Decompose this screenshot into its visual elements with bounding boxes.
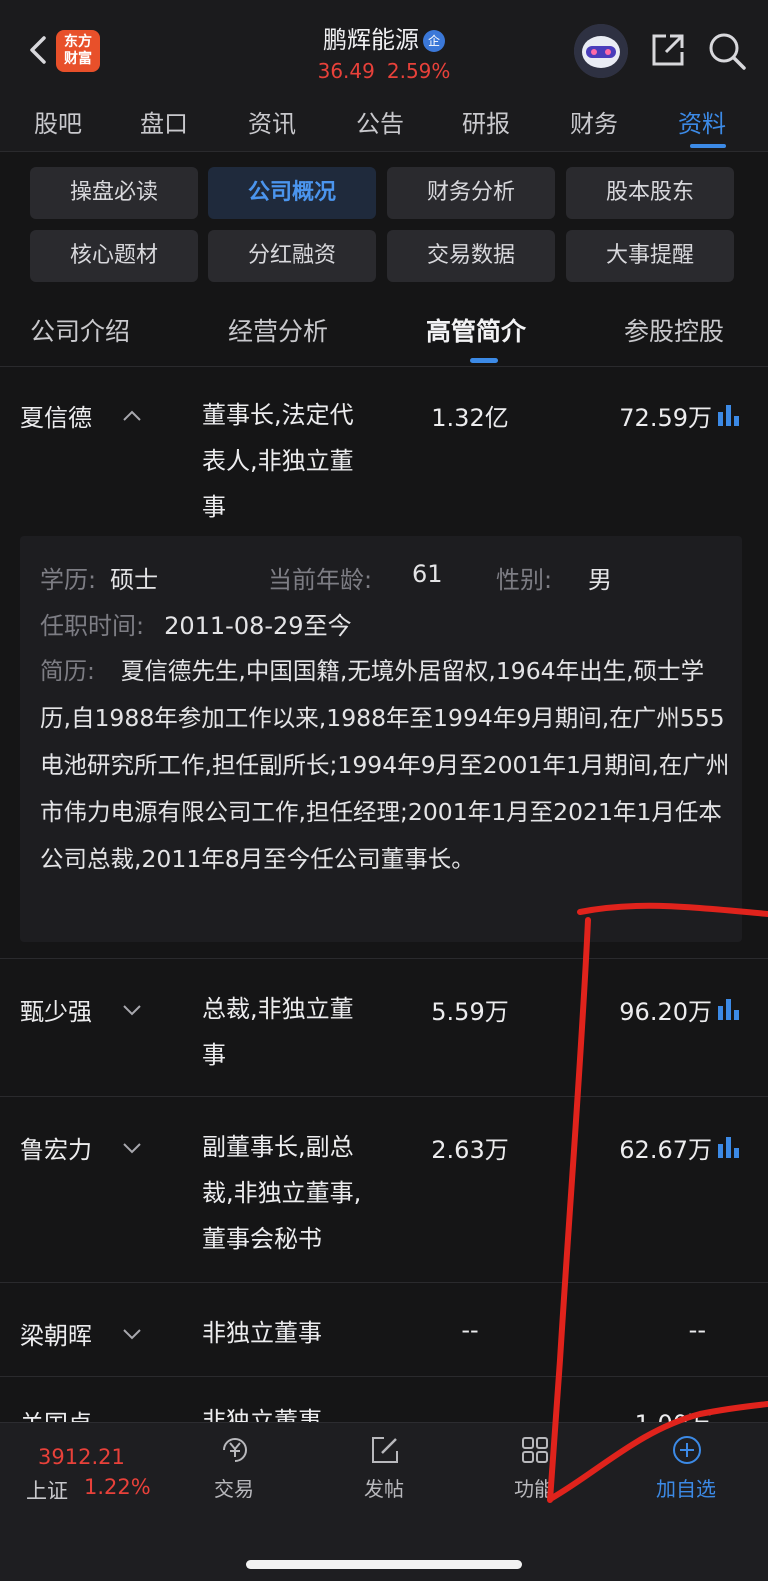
exec-pay: -- [688, 1316, 706, 1344]
subtab-business-analysis[interactable]: 经营分析 [228, 312, 328, 348]
btn-events[interactable]: 大事提醒 [566, 230, 734, 282]
chevron-down-icon[interactable] [120, 998, 144, 1022]
index-change: 1.22% [84, 1475, 151, 1499]
tab-announcements[interactable]: 公告 [356, 104, 404, 139]
exec-holding: 1.32亿 [431, 404, 509, 432]
divider [0, 366, 768, 367]
add-watchlist-icon[interactable] [670, 1433, 704, 1467]
divider [0, 1282, 768, 1283]
btn-company-overview[interactable]: 公司概况 [208, 167, 376, 219]
trade-yen-icon[interactable] [218, 1433, 252, 1467]
divider [0, 958, 768, 959]
exec-role: 董事长,法定代 表人,非独立董事 [202, 401, 354, 521]
share-icon[interactable] [648, 30, 688, 70]
index-value: 3912.21 [38, 1445, 125, 1469]
exec-holding: 5.59万 [431, 998, 509, 1026]
bar-chart-icon[interactable] [716, 1134, 742, 1160]
tab-news[interactable]: 资讯 [248, 104, 296, 139]
search-icon[interactable] [706, 30, 748, 72]
tab-indicator [690, 144, 726, 148]
tab-profile[interactable]: 资料 [678, 104, 726, 139]
bar-chart-icon[interactable] [716, 402, 742, 428]
tab-research[interactable]: 研报 [462, 104, 510, 139]
detail-tenure: 任职时间: 2011-08-29至今 [40, 612, 352, 640]
stock-name: 鹏辉能源 [323, 26, 419, 54]
exec-role: 副董事长,副总 裁,非独立董事, 董事会秘书 [202, 1133, 362, 1253]
tab-finance[interactable]: 财务 [570, 104, 618, 139]
stock-change: 2.59% [386, 59, 451, 83]
exec-role: 总裁,非独立董事 [202, 995, 354, 1069]
divider [0, 1376, 768, 1377]
btn-trade-data[interactable]: 交易数据 [387, 230, 555, 282]
exec-role: 非独立董事 [202, 1319, 322, 1347]
robot-assistant-icon[interactable] [574, 24, 628, 78]
btn-financial-analysis[interactable]: 财务分析 [387, 167, 555, 219]
btn-core-themes[interactable]: 核心题材 [30, 230, 198, 282]
tab-pankou[interactable]: 盘口 [140, 104, 188, 139]
detail-row-1: 学历: 硕士 当前年龄: 61 性别: 男 [40, 560, 612, 594]
exec-pay: 96.20万 [619, 998, 712, 1026]
btn-shareholders[interactable]: 股本股东 [566, 167, 734, 219]
stock-price: 36.49 [317, 59, 375, 83]
function-grid-icon[interactable] [518, 1433, 552, 1467]
btn-dividends[interactable]: 分红融资 [208, 230, 376, 282]
detail-bio: 简历: 夏信德先生,中国国籍,无境外居留权,1964年出生,硕士学历,自1988年… [40, 657, 730, 873]
chevron-up-icon[interactable] [120, 404, 144, 428]
enterprise-badge: 企 [423, 30, 445, 52]
bottom-nav: 3912.21 上证 1.22% 交易 发帖 功能 加自选 [0, 1422, 768, 1581]
tab-guba[interactable]: 股吧 [34, 104, 82, 139]
nav-trade[interactable]: 交易 [184, 1473, 284, 1502]
subtab-executives[interactable]: 高管简介 [426, 312, 526, 348]
post-edit-icon[interactable] [368, 1433, 402, 1467]
btn-must-read[interactable]: 操盘必读 [30, 167, 198, 219]
exec-name: 夏信德 [20, 404, 92, 432]
bar-chart-icon[interactable] [716, 996, 742, 1022]
header: 东方 财富 鹏辉能源企 36.49 2.59% [0, 0, 768, 92]
nav-add-watchlist[interactable]: 加自选 [636, 1473, 736, 1502]
nav-function[interactable]: 功能 [484, 1473, 584, 1502]
subtab-company-intro[interactable]: 公司介绍 [30, 312, 130, 348]
subtab-holdings[interactable]: 参股控股 [624, 312, 724, 348]
exec-pay: 72.59万 [619, 404, 712, 432]
divider [0, 1096, 768, 1097]
exec-holding: -- [461, 1316, 479, 1344]
exec-detail-panel: 学历: 硕士 当前年龄: 61 性别: 男 任职时间: 2011-08-29至今 简… [20, 536, 742, 942]
index-name[interactable]: 上证 [26, 1475, 68, 1505]
exec-name: 甄少强 [20, 998, 92, 1026]
subtab-indicator [470, 358, 498, 363]
exec-name: 梁朝晖 [20, 1322, 92, 1350]
exec-holding: 2.63万 [431, 1136, 509, 1164]
exec-name: 鲁宏力 [20, 1136, 92, 1164]
chevron-down-icon[interactable] [120, 1136, 144, 1160]
exec-pay: 62.67万 [619, 1136, 712, 1164]
main-tab-bar: 股吧 盘口 资讯 公告 研报 财务 资料 [0, 92, 768, 152]
chevron-down-icon[interactable] [120, 1322, 144, 1346]
nav-post[interactable]: 发帖 [334, 1473, 434, 1502]
home-indicator [246, 1560, 522, 1569]
